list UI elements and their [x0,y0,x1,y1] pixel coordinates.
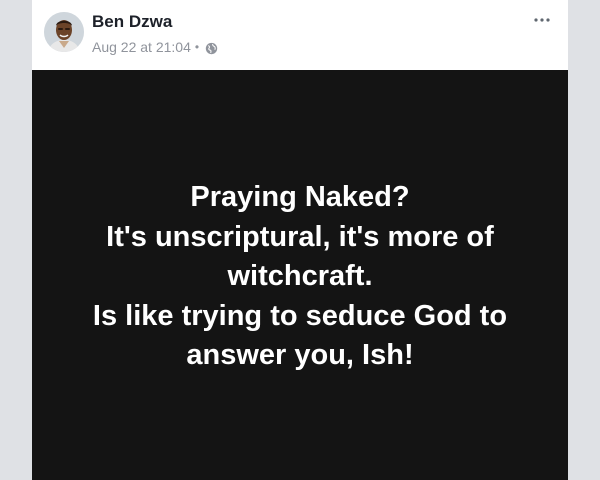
image-text-line: witchcraft. [227,260,373,292]
image-text-line: answer you, Ish! [186,339,414,371]
ellipsis-horizontal-icon [534,18,550,22]
image-text-line: It's unscriptural, it's more of [106,220,494,253]
image-text-line: Praying Naked? [190,181,410,213]
meta-separator: • [194,40,200,54]
author-name[interactable]: Ben Dzwa [92,12,172,32]
post-header: Ben Dzwa Aug 22 at 21:04 • [32,0,568,70]
post-image[interactable]: Praying Naked? It's unscriptural, it's m… [32,70,568,480]
globe-icon[interactable] [205,41,218,54]
avatar-photo [44,12,84,52]
post-meta: Aug 22 at 21:04 • [92,38,218,56]
image-text-line: Is like trying to seduce God to [92,299,508,332]
post-timestamp[interactable]: Aug 22 at 21:04 [92,38,191,56]
post-card: Ben Dzwa Aug 22 at 21:04 • Praying Naked… [32,0,568,480]
post-image-text: Praying Naked? It's unscriptural, it's m… [60,178,540,376]
more-options-button[interactable] [528,6,556,34]
author-avatar[interactable] [44,12,84,52]
